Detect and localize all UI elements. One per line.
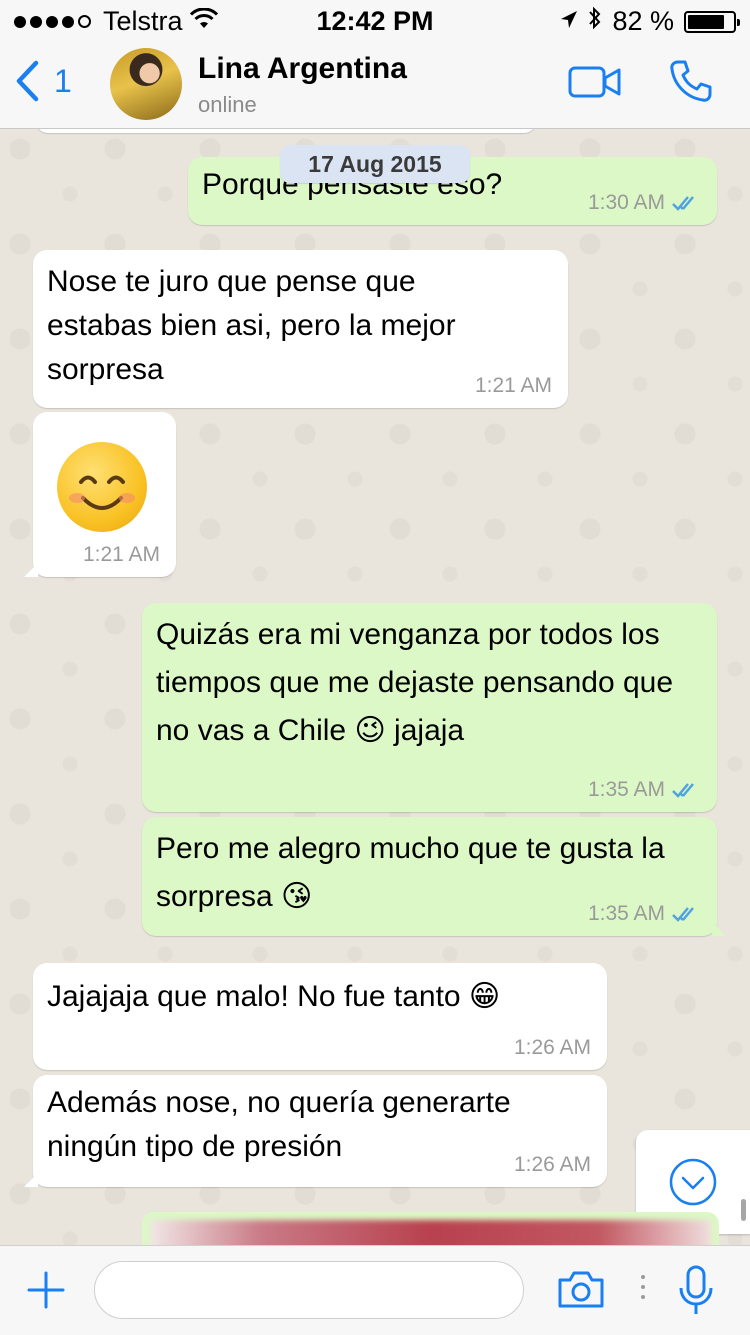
message-text: Nose te juro que pense que estabas bien … — [47, 265, 456, 386]
chat-header: 1 Lina Argentina online — [0, 40, 750, 129]
scrollbar[interactable] — [741, 1199, 746, 1221]
message-time: 1:30 AM — [587, 191, 665, 214]
message-bubble-outgoing[interactable]: Pero me alegro mucho que te gusta la sor… — [142, 817, 726, 936]
message-meta: 1:21 AM — [83, 543, 160, 567]
chat-area[interactable]: 17 Aug 2015 Porque pensaste eso? 1:30 AM… — [0, 129, 750, 1245]
blurred-image — [150, 1220, 711, 1245]
camera-icon — [558, 1271, 604, 1308]
contact-name[interactable]: Lina Argentina — [198, 52, 407, 86]
message-meta: 1:21 AM — [475, 374, 552, 398]
message-time: 1:35 AM — [587, 902, 665, 925]
message-bubble-outgoing[interactable]: Quizás era mi venganza por todos los tie… — [142, 603, 717, 812]
location-arrow-icon — [560, 6, 578, 37]
battery-icon — [684, 10, 740, 33]
message-meta: 1:35 AM — [588, 778, 701, 802]
back-button[interactable]: 1 — [14, 60, 72, 102]
camera-button[interactable] — [556, 1268, 606, 1315]
double-check-icon — [672, 907, 694, 922]
message-time: 1:21 AM — [82, 543, 160, 566]
message-bubble-incoming[interactable]: Además nose, no quería generarte ningún … — [24, 1075, 607, 1187]
double-check-icon — [672, 783, 694, 798]
message-meta: 1:26 AM — [514, 1036, 591, 1060]
bluetooth-icon — [588, 6, 602, 37]
input-bar — [0, 1245, 750, 1335]
double-check-icon — [672, 196, 694, 211]
bubble-tail — [712, 922, 726, 936]
date-chip: 17 Aug 2015 — [280, 145, 470, 183]
attach-button[interactable] — [26, 1270, 66, 1315]
media-message-preview[interactable] — [142, 1212, 719, 1245]
smiling-face-emoji — [57, 442, 147, 532]
battery-percent: 82 % — [612, 6, 674, 36]
message-text: Jajajaja que malo! No fue tanto 😁 — [47, 980, 501, 1013]
avatar[interactable] — [110, 48, 182, 120]
back-chevron-icon — [16, 60, 39, 102]
plus-icon — [27, 1271, 65, 1309]
message-bubble-incoming[interactable]: 1:21 AM — [24, 412, 176, 577]
phone-icon — [670, 60, 712, 102]
message-text: Quizás era mi venganza por todos los tie… — [156, 618, 674, 747]
chevron-down-icon — [669, 1158, 717, 1206]
bubble-tail — [24, 563, 38, 577]
bubble-tail — [24, 1173, 38, 1187]
message-bubble-incoming[interactable]: Nose te juro que pense que estabas bien … — [33, 250, 568, 408]
voice-record-button[interactable] — [676, 1264, 716, 1323]
message-time: 1:21 AM — [474, 374, 552, 397]
message-time: 1:26 AM — [513, 1036, 591, 1059]
message-bubble-incoming[interactable]: Jajajaja que malo! No fue tanto 😁 1:26 A… — [33, 963, 607, 1070]
contact-status: online — [198, 92, 257, 117]
message-meta: 1:35 AM — [588, 902, 701, 926]
message-time: 1:35 AM — [587, 778, 665, 801]
message-meta: 1:30 AM — [588, 191, 701, 215]
divider-dots — [640, 1274, 646, 1305]
video-call-button[interactable] — [568, 64, 622, 105]
message-input[interactable] — [94, 1261, 524, 1319]
message-meta: 1:26 AM — [514, 1153, 591, 1177]
video-call-icon — [568, 66, 621, 98]
phone-call-button[interactable] — [668, 58, 714, 109]
unread-count: 1 — [54, 62, 72, 99]
status-bar: Telstra 12:42 PM 82 % — [0, 0, 750, 40]
message-time: 1:26 AM — [513, 1153, 591, 1176]
mic-icon — [679, 1265, 713, 1314]
message-bubble-partial[interactable] — [36, 129, 536, 133]
